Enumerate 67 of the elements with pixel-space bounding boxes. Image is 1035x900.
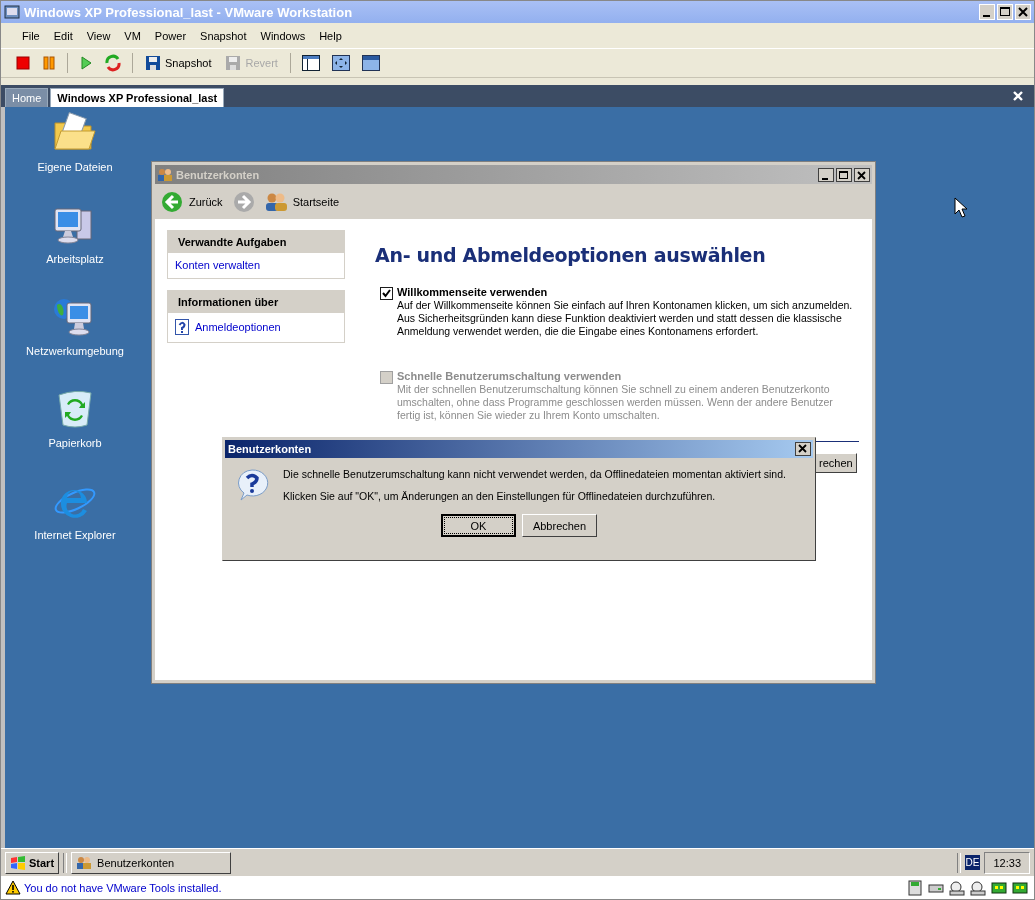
checkbox[interactable] xyxy=(380,287,393,300)
menu-item[interactable]: Help xyxy=(314,29,351,42)
message-text: Die schnelle Benutzerumschaltung kann nicht verwendet werden, da Offlinedateien momentan aktiviert sind. xyxy=(283,468,786,480)
page-heading: An- und Abmeldeoptionen auswählen xyxy=(375,244,767,266)
option-label: Willkommenseite verwenden xyxy=(397,286,549,298)
option-label: Schnelle Benutzerumschaltung verwenden xyxy=(397,370,623,382)
sidebar-icon[interactable] xyxy=(300,54,321,72)
option-description: Mit der schnellen Benutzerumschaltung können Sie schnell zu einem anderen Benutzerkonto umschalten, ohne dass Programme geschlossen werden müssen. Wenn der andere Benutzer fertig ist, können Sie wieder zu Ihrem Konto umschalten. xyxy=(397,383,834,422)
menu-item[interactable]: VM xyxy=(119,29,150,42)
status-message: You do not have VMware Tools installed. xyxy=(24,881,222,894)
maximize-button[interactable] xyxy=(836,167,852,182)
warning-icon xyxy=(5,880,21,895)
pause-icon[interactable] xyxy=(41,55,57,71)
checkmark-icon xyxy=(382,289,391,298)
tab[interactable]: Windows XP Professional_last xyxy=(50,88,225,107)
close-button[interactable] xyxy=(854,167,870,182)
cancel-button[interactable]: Abbrechen xyxy=(522,514,597,537)
cd-drive-icon[interactable] xyxy=(949,879,965,896)
menu-item[interactable]: Snapshot xyxy=(195,29,256,42)
question-bubble-icon xyxy=(235,468,269,502)
desktop-icon-label[interactable]: Internet Explorer xyxy=(34,529,116,541)
menu-item[interactable]: File xyxy=(17,29,49,42)
stop-icon[interactable] xyxy=(15,55,31,71)
network-card-icon[interactable] xyxy=(1012,879,1028,896)
panel-title: Verwandte Aufgaben xyxy=(168,231,344,253)
message-text: Klicken Sie auf "OK", um Änderungen an den Einstellungen für Offlinedateien durchzuführen. xyxy=(283,490,717,502)
option-description: Auf der Willkommenseite können Sie einfach auf Ihren Kontonamen klicken, um sich anzumelden. Aus Sicherheitsgründen kann diese Funktion deaktiviert werden und statt dessen die klassische Anmeldung verwendet werden, die die Eingabe eines Kontonamens erfordert. xyxy=(397,299,854,338)
cd-drive-icon[interactable] xyxy=(970,879,986,896)
desktop-icon-label[interactable]: Arbeitsplatz xyxy=(46,253,104,265)
home-button[interactable]: Startseite xyxy=(264,191,340,212)
network-card-icon[interactable] xyxy=(991,879,1007,896)
dialog-title: Benutzerkonten xyxy=(228,443,313,455)
ok-button[interactable]: OK xyxy=(441,514,516,537)
start-button[interactable]: Start xyxy=(5,851,60,874)
snapshot-button[interactable]: Snapshot xyxy=(143,55,214,71)
close-button[interactable] xyxy=(795,442,811,456)
vm-window-icon xyxy=(4,4,20,20)
mouse-pointer-icon xyxy=(954,197,968,219)
desktop-icon-label[interactable]: Eigene Dateien xyxy=(37,161,113,173)
menu-item[interactable]: Windows xyxy=(255,29,315,42)
minimize-button[interactable] xyxy=(818,167,834,182)
desktop-icon-label[interactable]: Papierkorb xyxy=(48,437,102,449)
clock: 12:33 xyxy=(984,851,1030,874)
menu-item[interactable]: View xyxy=(81,29,120,42)
back-button[interactable]: Zurück xyxy=(161,190,223,213)
language-indicator[interactable]: DE xyxy=(964,855,981,870)
panel-title: Informationen über xyxy=(168,291,344,313)
users-icon xyxy=(264,191,287,212)
window-icon[interactable] xyxy=(360,54,381,72)
button[interactable]: rechen xyxy=(815,453,857,473)
task-link[interactable]: Anmeldeoptionen xyxy=(195,321,281,333)
window-title: Benutzerkonten xyxy=(176,168,261,181)
users-icon xyxy=(157,167,173,182)
floppy-drive-icon[interactable] xyxy=(907,879,923,896)
close-icon[interactable] xyxy=(1012,90,1024,102)
taskbar-button[interactable]: Benutzerkonten xyxy=(71,851,232,874)
window-title: Windows XP Professional_last - VMware Workstation xyxy=(24,4,354,20)
play-icon[interactable] xyxy=(78,55,94,71)
users-icon xyxy=(76,855,93,870)
help-icon xyxy=(175,319,189,335)
task-link[interactable]: Konten verwalten xyxy=(175,259,260,271)
windows-logo-icon xyxy=(10,854,26,871)
menu-item[interactable]: Edit xyxy=(48,29,82,42)
fullscreen-icon[interactable] xyxy=(330,54,351,72)
menu-item[interactable]: Power xyxy=(149,29,196,42)
desktop-icon-label[interactable]: Netzwerkumgebung xyxy=(26,345,124,357)
refresh-icon[interactable] xyxy=(104,54,122,72)
